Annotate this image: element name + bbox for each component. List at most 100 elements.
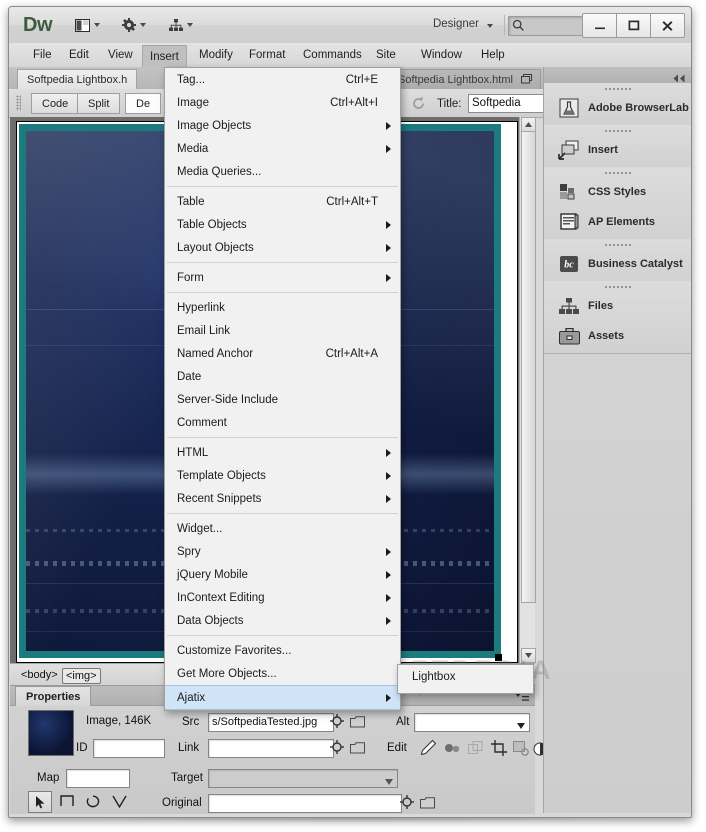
document-tab-secondary[interactable]: Softpedia Lightbox.html (389, 69, 541, 90)
original-point-to-file-icon[interactable] (400, 795, 414, 814)
insert-menu-item-get-more-objects[interactable]: Get More Objects... (165, 662, 400, 685)
panel-item-assets[interactable]: Assets (544, 321, 691, 351)
crop-resample-icon[interactable] (513, 741, 529, 761)
poly-hotspot-icon[interactable] (108, 791, 130, 811)
insert-menu-item-recent-snippets[interactable]: Recent Snippets (165, 487, 400, 510)
minimize-button[interactable] (582, 13, 617, 38)
menu-file[interactable]: File (25, 45, 60, 65)
toolbar-grip[interactable] (16, 95, 21, 111)
layout-switcher-icon[interactable] (75, 16, 100, 34)
tag-chip[interactable]: <img> (62, 668, 101, 684)
insert-menu-item-date[interactable]: Date (165, 365, 400, 388)
site-setup-icon[interactable] (169, 16, 193, 34)
oval-hotspot-icon[interactable] (82, 791, 104, 811)
panel-grip[interactable] (604, 285, 632, 289)
insert-menu-item-table[interactable]: TableCtrl+Alt+T (165, 190, 400, 213)
link-point-to-file-icon[interactable] (330, 740, 344, 759)
insert-menu-item-email-link[interactable]: Email Link (165, 319, 400, 342)
insert-menu-item-jquery-mobile[interactable]: jQuery Mobile (165, 563, 400, 586)
canvas-vertical-scrollbar[interactable] (519, 117, 535, 663)
scroll-up-arrow[interactable] (521, 117, 536, 132)
map-label: Map (37, 772, 59, 784)
target-select[interactable] (208, 769, 398, 788)
insert-menu-item-html[interactable]: HTML (165, 441, 400, 464)
panel-grip[interactable] (604, 129, 632, 133)
original-input[interactable] (208, 794, 402, 813)
insert-menu-item-template-objects[interactable]: Template Objects (165, 464, 400, 487)
view-button-split[interactable]: Split (77, 93, 120, 114)
menu-help[interactable]: Help (473, 45, 513, 65)
selection-handle-bottom-right[interactable] (495, 654, 502, 661)
panel-grip[interactable] (604, 243, 632, 247)
panel-item-files[interactable]: Files (544, 291, 691, 321)
insert-menu-item-table-objects[interactable]: Table Objects (165, 213, 400, 236)
menu-site[interactable]: Site (368, 45, 404, 65)
alt-combo[interactable] (414, 713, 530, 732)
rect-hotspot-icon[interactable] (56, 791, 78, 811)
document-tab-active[interactable]: Softpedia Lightbox.h (17, 69, 137, 90)
src-input[interactable]: s/SoftpediaTested.jpg (208, 713, 334, 732)
insert-menu-item-spry[interactable]: Spry (165, 540, 400, 563)
insert-menu-item-media[interactable]: Media (165, 137, 400, 160)
submenu-item-lightbox[interactable]: Lightbox (412, 671, 455, 683)
panel-grip[interactable] (604, 87, 632, 91)
crop-icon[interactable] (491, 740, 508, 761)
chevron-down-icon[interactable] (487, 24, 493, 28)
panel-item-insert[interactable]: Insert (544, 135, 691, 165)
link-browse-folder-icon[interactable] (350, 741, 365, 759)
restore-window-icon[interactable] (521, 74, 532, 87)
insert-menu-item-widget[interactable]: Widget... (165, 517, 400, 540)
panel-item-adobe-browserlab[interactable]: Adobe BrowserLab (544, 93, 691, 123)
close-button[interactable] (650, 13, 685, 38)
menu-modify[interactable]: Modify (191, 45, 241, 65)
menu-edit[interactable]: Edit (61, 45, 97, 65)
workspace-switcher-label[interactable]: Designer (433, 18, 479, 30)
menu-item-label: Widget... (177, 523, 222, 535)
title-bar: Dw (9, 7, 691, 44)
insert-menu-item-form[interactable]: Form (165, 266, 400, 289)
view-button-code[interactable]: Code (31, 93, 79, 114)
menu-window[interactable]: Window (413, 45, 470, 65)
menu-format[interactable]: Format (241, 45, 293, 65)
insert-menu-item-customize-favorites[interactable]: Customize Favorites... (165, 639, 400, 662)
insert-menu-item-image[interactable]: ImageCtrl+Alt+I (165, 91, 400, 114)
scrollbar-thumb[interactable] (521, 131, 536, 603)
insert-menu-item-layout-objects[interactable]: Layout Objects (165, 236, 400, 259)
properties-tab[interactable]: Properties (15, 686, 91, 706)
panel-grip[interactable] (604, 171, 632, 175)
menu-insert[interactable]: Insert (142, 45, 187, 67)
view-button-label: Code (42, 98, 68, 110)
refresh-icon[interactable] (411, 96, 426, 116)
scroll-down-arrow[interactable] (521, 648, 536, 663)
extend-gear-icon[interactable] (122, 16, 146, 34)
pointer-icon[interactable] (28, 791, 52, 813)
maximize-button[interactable] (616, 13, 651, 38)
insert-menu-item-image-objects[interactable]: Image Objects (165, 114, 400, 137)
insert-menu-item-incontext-editing[interactable]: InContext Editing (165, 586, 400, 609)
insert-menu-item-ajatix[interactable]: Ajatix (165, 685, 400, 710)
panel-item-ap-elements[interactable]: AP Elements (544, 207, 691, 237)
menu-commands[interactable]: Commands (295, 45, 370, 65)
insert-menu-item-data-objects[interactable]: Data Objects (165, 609, 400, 632)
resample-icon[interactable] (468, 741, 484, 760)
window-controls (583, 13, 685, 37)
insert-menu-item-named-anchor[interactable]: Named AnchorCtrl+Alt+A (165, 342, 400, 365)
insert-menu-item-server-side-include[interactable]: Server-Side Include (165, 388, 400, 411)
id-input[interactable] (93, 739, 165, 758)
src-browse-folder-icon[interactable] (350, 715, 365, 733)
insert-menu-item-media-queries[interactable]: Media Queries... (165, 160, 400, 183)
src-point-to-file-icon[interactable] (330, 714, 344, 733)
link-input[interactable] (208, 739, 334, 758)
panel-item-css-styles[interactable]: CSS Styles (544, 177, 691, 207)
insert-menu-item-tag[interactable]: Tag...Ctrl+E (165, 68, 400, 91)
map-input[interactable] (66, 769, 130, 788)
menu-view[interactable]: View (100, 45, 141, 65)
panel-item-business-catalyst[interactable]: bcBusiness Catalyst (544, 249, 691, 279)
view-button-de[interactable]: De (125, 93, 161, 114)
tag-chip[interactable]: <body> (18, 668, 61, 682)
insert-menu-item-comment[interactable]: Comment (165, 411, 400, 434)
insert-menu-item-hyperlink[interactable]: Hyperlink (165, 296, 400, 319)
optimize-icon[interactable] (444, 741, 461, 761)
original-browse-folder-icon[interactable] (420, 796, 435, 814)
pencil-icon[interactable] (420, 739, 437, 761)
